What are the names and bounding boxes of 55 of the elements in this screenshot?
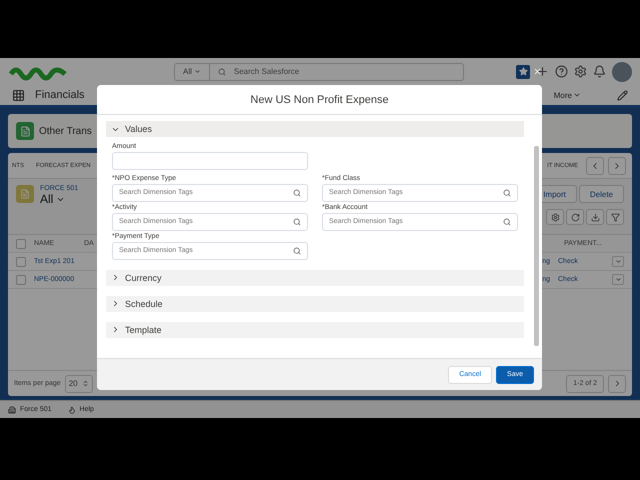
search-icon	[503, 188, 511, 196]
refresh-button[interactable]	[566, 209, 584, 225]
more-menu[interactable]: More	[554, 90, 581, 100]
download-icon	[590, 212, 600, 222]
help-icon[interactable]	[555, 65, 568, 78]
row-menu-button[interactable]	[612, 256, 624, 267]
caret-icon	[573, 91, 581, 99]
section-header[interactable]: Template	[106, 322, 524, 338]
flame-icon	[68, 406, 76, 414]
section-header[interactable]: Values	[106, 121, 524, 137]
modal-title: New US Non Profit Expense	[97, 85, 542, 115]
chevron-right-icon	[111, 273, 120, 282]
search-icon	[293, 246, 301, 254]
star-icon	[518, 67, 528, 76]
filter-icon	[610, 212, 620, 222]
items-per-page-select[interactable]: 20	[64, 374, 93, 392]
filter-button[interactable]	[606, 209, 624, 225]
search-placeholder: Search Salesforce	[234, 67, 300, 76]
add-icon[interactable]	[536, 65, 549, 78]
search-icon	[293, 188, 301, 196]
search-icon	[218, 68, 226, 76]
checkbox[interactable]	[16, 274, 26, 284]
app-name: Financials	[35, 89, 85, 101]
checkbox[interactable]	[16, 238, 26, 248]
checkbox[interactable]	[16, 256, 26, 266]
settings-icon	[550, 212, 560, 222]
edit-icon[interactable]	[617, 90, 628, 100]
settings-button[interactable]	[546, 209, 564, 225]
document-icon	[20, 189, 30, 199]
amount-field[interactable]	[112, 152, 308, 170]
section-header[interactable]: Currency	[106, 270, 524, 286]
search-icon	[503, 218, 511, 226]
chevron-right-icon	[111, 325, 120, 334]
chevron-right-icon	[111, 299, 120, 308]
page-title: Other Trans	[39, 126, 92, 136]
favorites-button[interactable]	[516, 64, 530, 78]
caret-icon	[614, 258, 622, 265]
caret-icon	[614, 276, 622, 283]
building-icon	[8, 406, 16, 414]
download-button[interactable]	[586, 209, 604, 225]
avatar[interactable]	[612, 62, 632, 82]
refresh-icon	[570, 212, 580, 222]
action-button[interactable]: Delete	[578, 185, 624, 203]
notifications-icon[interactable]	[593, 65, 606, 78]
settings-icon[interactable]	[574, 65, 587, 78]
row-menu-button[interactable]	[612, 274, 624, 285]
section-header[interactable]: Schedule	[106, 296, 524, 312]
search-field[interactable]: All Search Salesforce	[174, 62, 464, 80]
list-view-selector[interactable]: All	[40, 192, 78, 206]
caret-icon	[194, 68, 201, 75]
stepper-icon	[82, 380, 89, 387]
search-icon	[293, 218, 301, 226]
app-launcher-icon[interactable]	[12, 88, 25, 102]
search-scope-dropdown[interactable]: All	[175, 64, 210, 80]
close-icon[interactable]	[533, 67, 542, 76]
